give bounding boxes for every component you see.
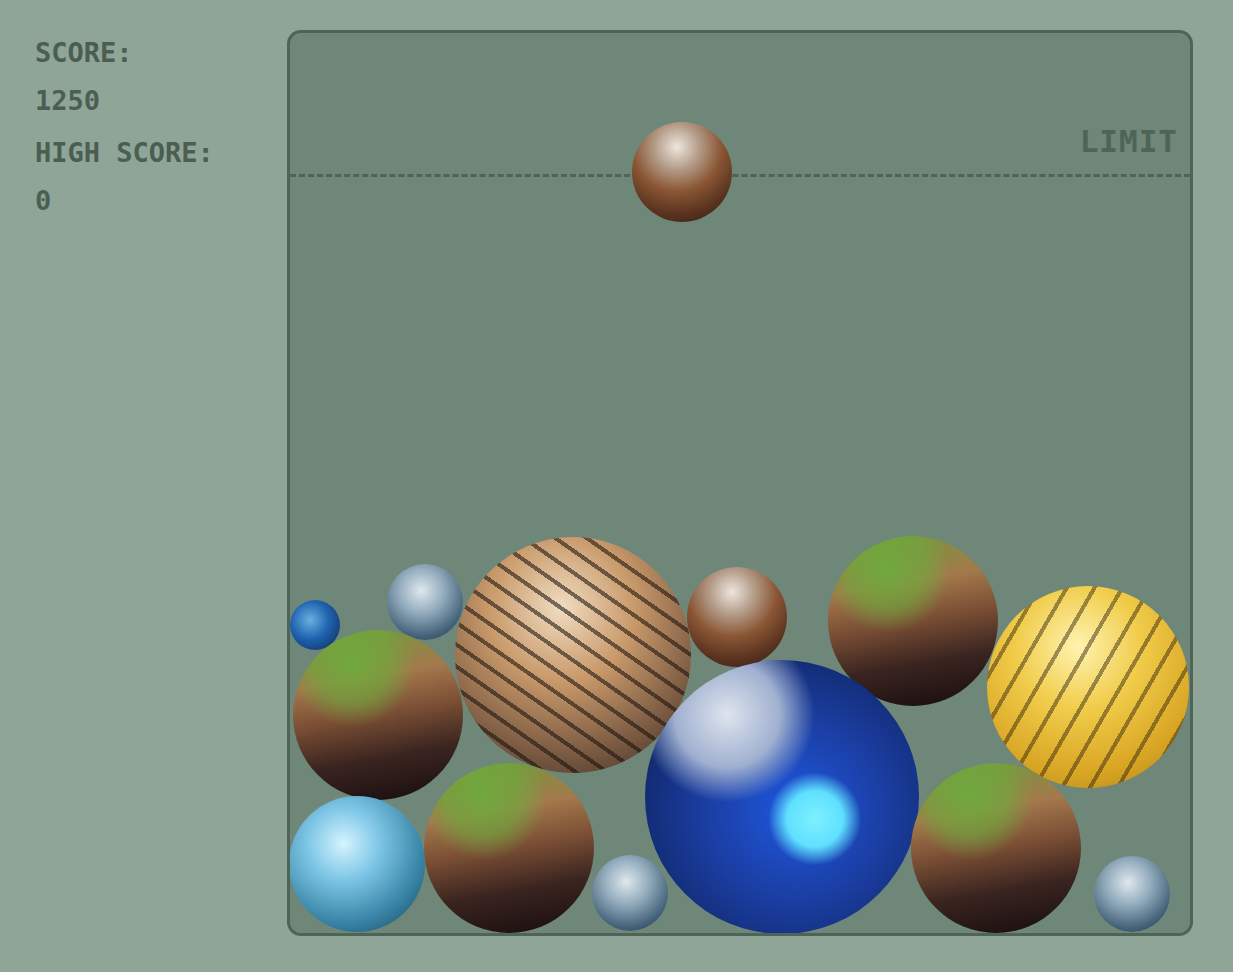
- planet: [1094, 856, 1170, 932]
- game-board[interactable]: LIMIT: [287, 30, 1193, 936]
- planet: [387, 564, 463, 640]
- planet: [645, 660, 919, 934]
- dropping-planet[interactable]: [632, 122, 732, 222]
- score-value: 1250: [35, 83, 287, 119]
- planet: [289, 796, 425, 932]
- planet: [293, 630, 463, 800]
- high-score-label: HIGH SCORE:: [35, 135, 287, 171]
- planet: [687, 567, 787, 667]
- game-screen: SCORE: 1250 HIGH SCORE: 0 LIMIT: [0, 0, 1233, 972]
- planet: [987, 586, 1189, 788]
- score: SCORE: 1250: [35, 35, 287, 119]
- planet: [424, 763, 594, 933]
- limit-line: [290, 174, 1190, 177]
- high-score-value: 0: [35, 183, 287, 219]
- score-label: SCORE:: [35, 35, 287, 71]
- planet: [592, 855, 668, 931]
- planet: [911, 763, 1081, 933]
- limit-label: LIMIT: [1080, 123, 1178, 159]
- score-panel: SCORE: 1250 HIGH SCORE: 0: [0, 28, 287, 972]
- high-score: HIGH SCORE: 0: [35, 135, 287, 219]
- planet: [455, 537, 691, 773]
